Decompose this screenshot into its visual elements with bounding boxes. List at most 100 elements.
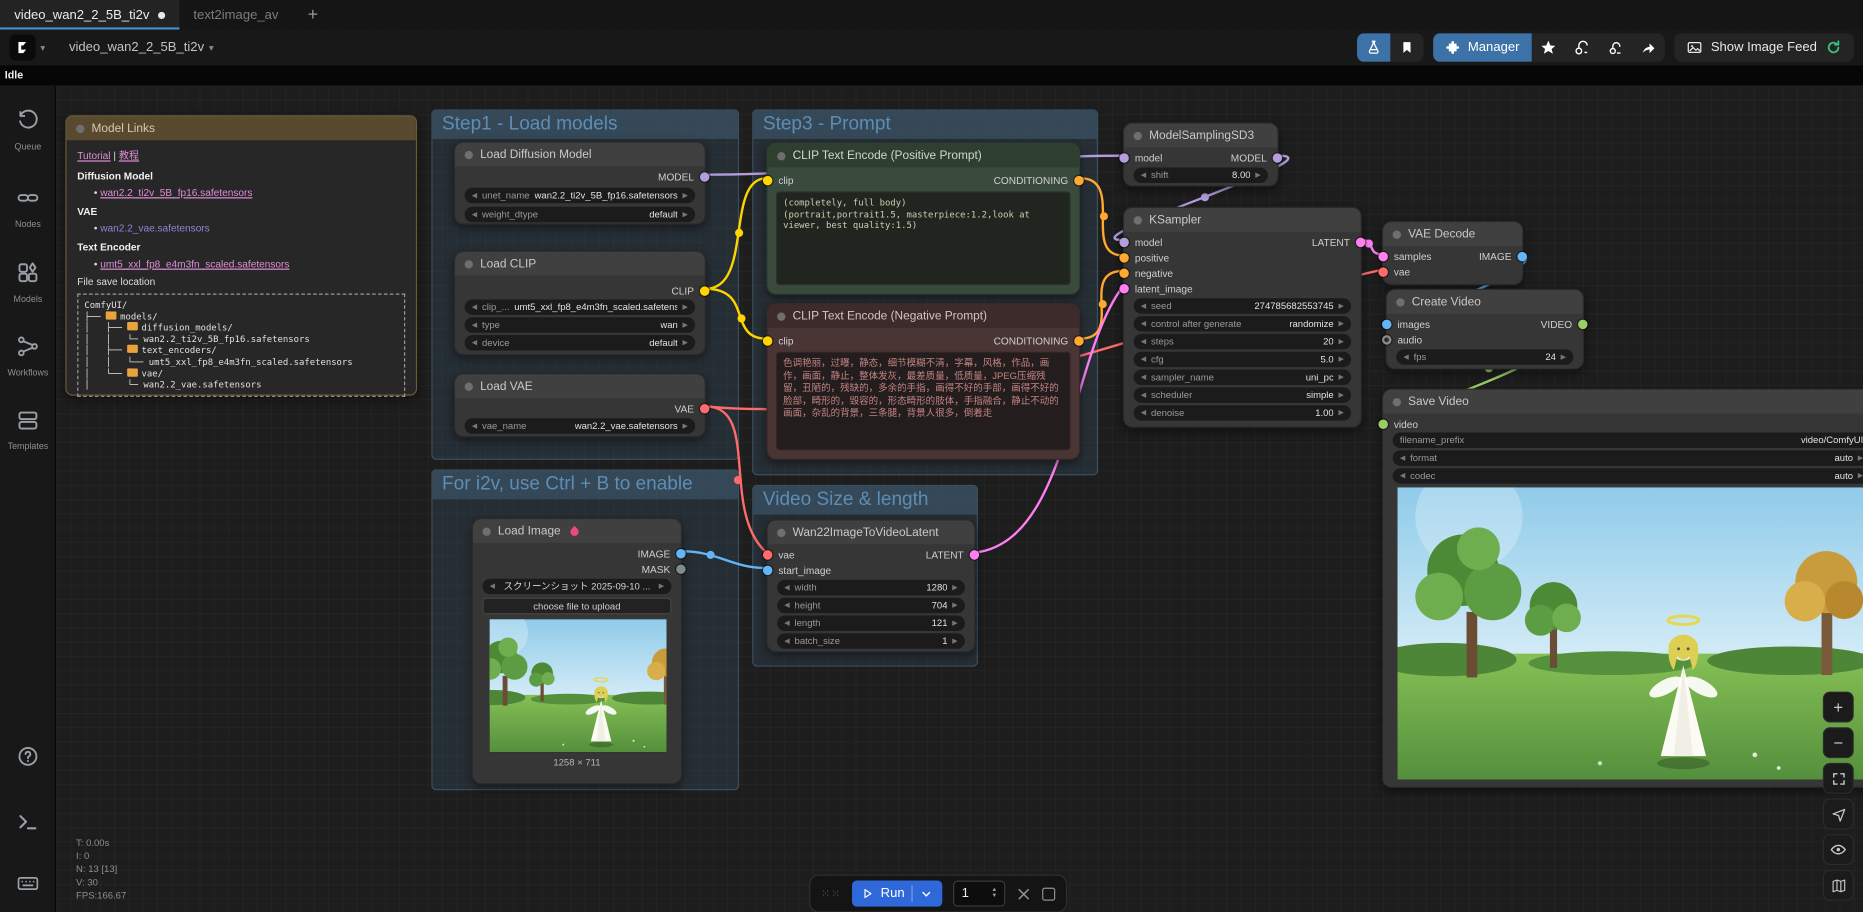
widget-batch-size[interactable]: ◀batch_size1▶ bbox=[777, 633, 965, 648]
widget-denoise[interactable]: ◀denoise1.00▶ bbox=[1134, 405, 1351, 420]
widget-width[interactable]: ◀width1280▶ bbox=[777, 580, 965, 595]
node-save-video[interactable]: Save Video video filename_prefixvideo/Co… bbox=[1382, 389, 1863, 788]
widget-vae-name[interactable]: ◀vae_namewan2.2_vae.safetensors▶ bbox=[465, 418, 696, 433]
group-title[interactable]: For i2v, use Ctrl + B to enable bbox=[433, 471, 738, 500]
comfyui-logo[interactable] bbox=[10, 34, 36, 60]
tutorial-link[interactable]: Tutorial bbox=[77, 150, 110, 162]
output-port[interactable] bbox=[676, 564, 686, 574]
collapse-dot[interactable] bbox=[1134, 216, 1142, 224]
widget-filename-prefix[interactable]: filename_prefixvideo/ComfyUI bbox=[1393, 433, 1863, 448]
node-vae-decode[interactable]: VAE Decode samplesIMAGE vae bbox=[1382, 221, 1523, 285]
model-download-link[interactable]: wan2.2_vae.safetensors bbox=[100, 222, 210, 234]
widget-scheduler[interactable]: ◀schedulersimple▶ bbox=[1134, 387, 1351, 402]
terminal-button[interactable] bbox=[0, 810, 56, 839]
sidebar-item-models[interactable]: Models bbox=[0, 261, 56, 304]
manager-button[interactable]: Manager bbox=[1433, 33, 1531, 62]
collapse-dot[interactable] bbox=[1134, 131, 1142, 139]
input-port[interactable] bbox=[1119, 237, 1129, 247]
toggle-visibility-button[interactable] bbox=[1823, 834, 1854, 865]
zoom-in-button[interactable]: + bbox=[1823, 692, 1854, 723]
tab-text2image-av[interactable]: text2image_av bbox=[179, 0, 293, 30]
collapse-dot[interactable] bbox=[777, 528, 785, 536]
widget-control-after-generate[interactable]: ◀control after generaterandomize▶ bbox=[1134, 316, 1351, 331]
sidebar-item-nodes[interactable]: Nodes bbox=[0, 187, 56, 230]
zoom-out-button[interactable]: − bbox=[1823, 727, 1854, 758]
node-ksampler[interactable]: KSampler modelLATENT positive negative l… bbox=[1123, 207, 1362, 428]
minimap-button[interactable] bbox=[1823, 870, 1854, 901]
input-port[interactable] bbox=[1378, 251, 1388, 261]
tutorial-zh-link[interactable]: 教程 bbox=[119, 150, 139, 162]
input-port[interactable] bbox=[1119, 268, 1129, 278]
widget-type[interactable]: ◀typewan▶ bbox=[465, 317, 696, 332]
run-button[interactable]: Run bbox=[852, 881, 943, 907]
output-port[interactable] bbox=[1578, 319, 1588, 329]
collapse-dot[interactable] bbox=[465, 150, 473, 158]
widget-weight-dtype[interactable]: ◀weight_dtypedefault▶ bbox=[465, 207, 696, 222]
node-create-video[interactable]: Create Video imagesVIDEO audio ◀fps24▶ bbox=[1386, 289, 1584, 370]
help-button[interactable] bbox=[0, 745, 56, 774]
batch-count-input[interactable]: 1 ▲▼ bbox=[953, 881, 1005, 907]
output-port[interactable] bbox=[700, 403, 710, 413]
collapse-dot[interactable] bbox=[1393, 230, 1401, 238]
model-download-link[interactable]: umt5_xxl_fp8_e4m3fn_scaled.safetensors bbox=[100, 258, 289, 270]
input-port[interactable] bbox=[1382, 319, 1392, 329]
widget-cfg[interactable]: ◀cfg5.0▶ bbox=[1134, 352, 1351, 367]
model-download-link[interactable]: wan2.2_ti2v_5B_fp16.safetensors bbox=[100, 187, 252, 199]
collapse-dot[interactable] bbox=[76, 124, 84, 132]
widget-length[interactable]: ◀length121▶ bbox=[777, 616, 965, 631]
widget-clip-name[interactable]: ◀clip_...umt5_xxl_fp8_e4m3fn_scaled.safe… bbox=[465, 299, 696, 314]
output-port[interactable] bbox=[700, 286, 710, 296]
widget-sampler-name[interactable]: ◀sampler_nameuni_pc▶ bbox=[1134, 370, 1351, 385]
node-clip-text-encode-negative[interactable]: CLIP Text Encode (Negative Prompt) clipC… bbox=[766, 303, 1080, 460]
workflow-name[interactable]: video_wan2_2_5B_ti2v bbox=[69, 40, 204, 54]
output-port[interactable] bbox=[1074, 175, 1084, 185]
widget-fps[interactable]: ◀fps24▶ bbox=[1396, 349, 1573, 364]
collapse-dot[interactable] bbox=[465, 382, 473, 390]
input-port[interactable] bbox=[1382, 335, 1392, 345]
output-port[interactable] bbox=[700, 172, 710, 182]
prompt-textarea[interactable]: 色调艳丽，过曝，静态，细节模糊不清，字幕，风格，作品，画作，画面，静止，整体发灰… bbox=[776, 352, 1071, 451]
node-wan22-image-to-video-latent[interactable]: Wan22ImageToVideoLatent vaeLATENT start_… bbox=[766, 519, 975, 652]
widget-device[interactable]: ◀devicedefault▶ bbox=[465, 335, 696, 350]
node-model-links-note[interactable]: Model Links Tutorial | 教程 Diffusion Mode… bbox=[65, 115, 417, 395]
group-title[interactable]: Video Size & length bbox=[753, 486, 976, 515]
input-port[interactable] bbox=[1119, 253, 1129, 263]
widget-unet-name[interactable]: ◀unet_namewan2.2_ti2v_5B_fp16.safetensor… bbox=[465, 188, 696, 203]
tab-video-wan2-2-5b-ti2v[interactable]: video_wan2_2_5B_ti2v bbox=[0, 0, 179, 30]
fit-view-button[interactable] bbox=[1823, 763, 1854, 794]
input-port[interactable] bbox=[1378, 419, 1388, 429]
prompt-textarea[interactable]: (completely, full body) (portrait,portra… bbox=[776, 191, 1071, 285]
output-port[interactable] bbox=[676, 548, 686, 558]
sidebar-item-workflows[interactable]: Workflows bbox=[0, 335, 56, 378]
node-clip-text-encode-positive[interactable]: CLIP Text Encode (Positive Prompt) clipC… bbox=[766, 143, 1080, 295]
collapse-dot[interactable] bbox=[777, 152, 785, 160]
widget-steps[interactable]: ◀steps20▶ bbox=[1134, 334, 1351, 349]
input-port[interactable] bbox=[763, 565, 773, 575]
stop-icon[interactable] bbox=[1042, 887, 1055, 900]
bookmark-icon[interactable] bbox=[1391, 33, 1424, 62]
input-port[interactable] bbox=[1119, 283, 1129, 293]
collapse-dot[interactable] bbox=[482, 527, 490, 535]
star-icon[interactable] bbox=[1531, 33, 1564, 62]
group-title[interactable]: Step1 - Load models bbox=[433, 111, 738, 140]
widget-format[interactable]: ◀formatauto▶ bbox=[1393, 450, 1863, 465]
new-tab-button[interactable]: + bbox=[293, 0, 333, 30]
node-load-vae[interactable]: Load VAE VAE ◀vae_namewan2.2_vae.safeten… bbox=[454, 373, 706, 437]
select-mode-button[interactable] bbox=[1823, 799, 1854, 830]
widget-image-file[interactable]: ◀スクリーンショット 2025-09-10 ...▶ bbox=[482, 579, 671, 594]
collapse-dot[interactable] bbox=[1393, 397, 1401, 405]
input-port[interactable] bbox=[763, 175, 773, 185]
choose-file-button[interactable]: choose file to upload bbox=[482, 598, 671, 615]
output-port[interactable] bbox=[1074, 336, 1084, 346]
input-port[interactable] bbox=[763, 550, 773, 560]
input-port[interactable] bbox=[1378, 267, 1388, 277]
widget-seed[interactable]: ◀seed274785682553745▶ bbox=[1134, 298, 1351, 313]
vacuum-alt-icon[interactable] bbox=[1598, 33, 1631, 62]
widget-shift[interactable]: ◀shift8.00▶ bbox=[1134, 168, 1268, 183]
drag-handle-icon[interactable]: ⁙⁙ bbox=[821, 887, 841, 900]
collapse-dot[interactable] bbox=[1396, 298, 1404, 306]
node-model-sampling-sd3[interactable]: ModelSamplingSD3 modelMODEL ◀shift8.00▶ bbox=[1123, 122, 1279, 186]
node-load-image[interactable]: Load Image IMAGE MASK ◀スクリーンショット 2025-09… bbox=[472, 518, 682, 784]
chevron-down-icon[interactable]: ▾ bbox=[209, 42, 214, 53]
shortcuts-button[interactable] bbox=[0, 872, 56, 901]
